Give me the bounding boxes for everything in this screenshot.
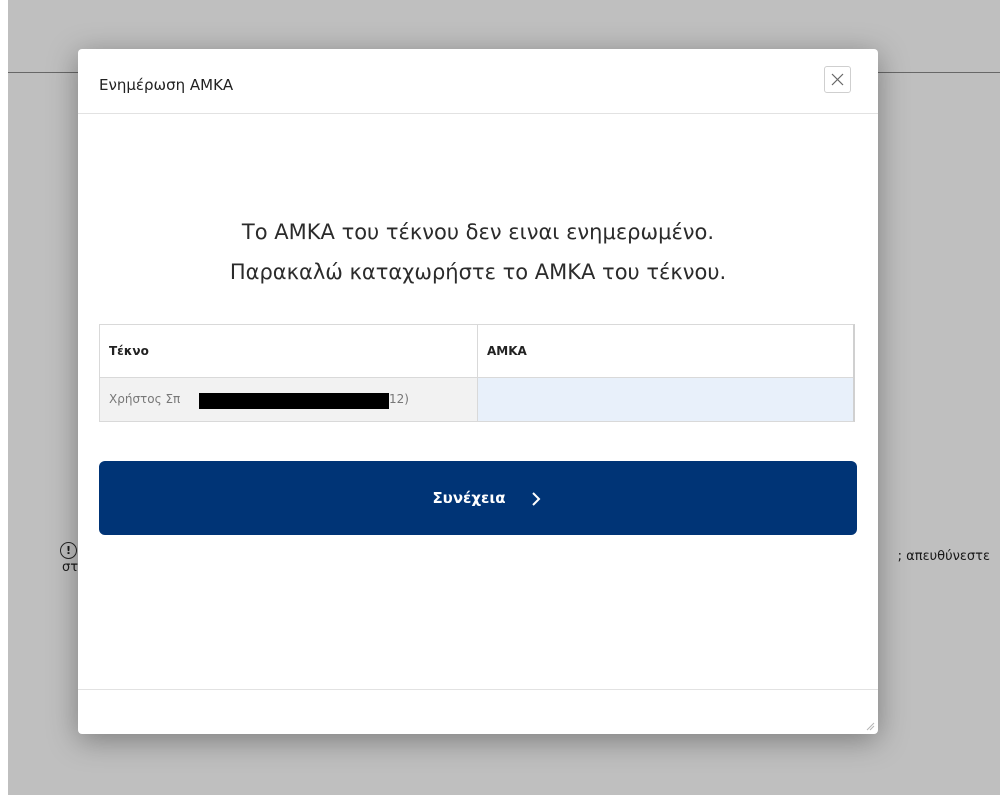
dialog-title: Ενημέρωση ΑΜΚΑ: [99, 76, 234, 94]
close-button[interactable]: [824, 66, 851, 93]
dialog-header: Ενημέρωση ΑΜΚΑ: [78, 49, 878, 114]
children-amka-table: Τέκνο ΑΜΚΑ Χρήστος Σπ 12): [99, 324, 855, 422]
amka-update-dialog: Ενημέρωση ΑΜΚΑ Το ΑΜΚΑ του τέκνου δεν ει…: [78, 49, 878, 734]
resize-grip-icon[interactable]: [865, 721, 875, 731]
close-icon: [831, 73, 844, 86]
continue-label: Συνέχεια: [432, 489, 506, 507]
table-row: Χρήστος Σπ 12): [100, 378, 853, 421]
dialog-footer: [78, 689, 878, 734]
message-line-1: Το ΑΜΚΑ του τέκνου δεν ειναι ενημερωμένο…: [241, 220, 715, 244]
child-name-prefix: Χρήστος Σπ: [109, 392, 181, 406]
redacted-name: [199, 393, 389, 409]
child-name-suffix: 12): [389, 392, 409, 406]
table-header: Τέκνο ΑΜΚΑ: [100, 325, 853, 378]
dialog-message: Το ΑΜΚΑ του τέκνου δεν ειναι ενημερωμένο…: [78, 212, 878, 292]
chevron-right-icon: [532, 492, 541, 506]
column-header-amka: ΑΜΚΑ: [487, 344, 527, 358]
column-header-child: Τέκνο: [100, 325, 478, 377]
amka-input[interactable]: [478, 378, 853, 421]
message-line-2: Παρακαλώ καταχωρήστε το ΑΜΚΑ του τέκνου.: [229, 260, 727, 284]
continue-button[interactable]: Συνέχεια: [99, 461, 857, 535]
child-name-cell: Χρήστος Σπ 12): [100, 378, 478, 421]
